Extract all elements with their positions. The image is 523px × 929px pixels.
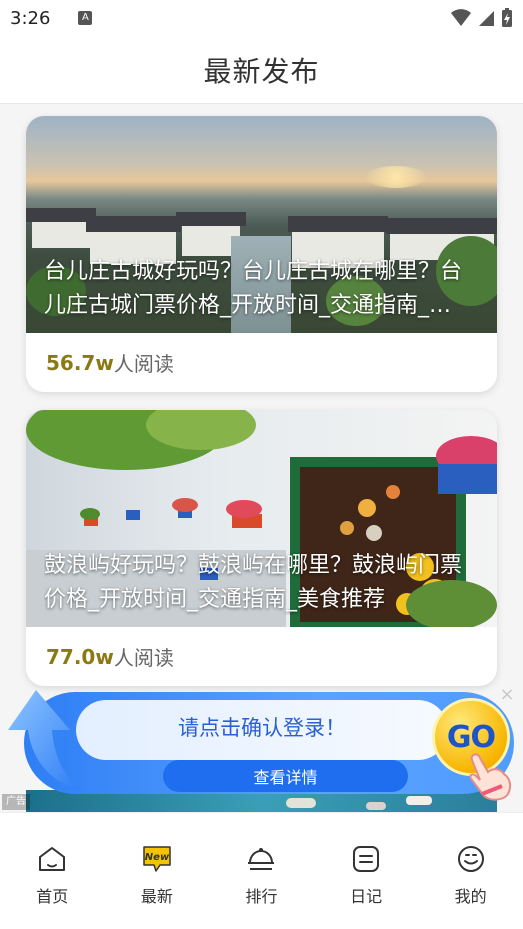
ad-tag: 广告 (2, 794, 30, 810)
status-time: 3:26 (10, 7, 51, 29)
app-root: 3:26 A 最新发布 台儿庄古城好玩吗？台儿庄古城在哪里？台儿庄古城门票价格_… (0, 0, 523, 929)
article-title: 鼓浪屿好玩吗？鼓浪屿在哪里？鼓浪屿门票价格_开放时间_交通指南_美食推荐 (44, 553, 463, 612)
pointing-hand-icon (469, 753, 512, 801)
read-count-suffix: 人阅读 (113, 352, 174, 376)
nav-label: 排行 (245, 887, 278, 906)
read-count-value: 56.7w (46, 350, 114, 375)
page-header: 最新发布 (0, 36, 523, 104)
read-count-suffix: 人阅读 (113, 646, 174, 670)
bottom-nav: 首页 New 最新 排行 日记 我的 (0, 812, 523, 929)
new-badge-icon: New (140, 843, 174, 875)
arrow-icon (8, 690, 80, 790)
nav-item-ranking[interactable]: 排行 (209, 813, 314, 929)
nav-label: 最新 (140, 887, 173, 906)
close-icon[interactable]: × (498, 686, 516, 704)
nav-label: 首页 (36, 887, 69, 906)
ad-message: 请点击确认登录！ (178, 716, 346, 740)
home-icon (35, 843, 69, 875)
notification-icon: A (78, 11, 93, 25)
nav-item-diary[interactable]: 日记 (314, 813, 419, 929)
article-image: 台儿庄古城好玩吗？台儿庄古城在哪里？台儿庄古城门票价格_开放时间_交通指南_美食… (26, 116, 497, 333)
battery-icon (502, 8, 512, 27)
diary-icon (349, 843, 383, 875)
wifi-icon (451, 9, 471, 26)
read-count-value: 77.0w (46, 644, 114, 669)
nav-item-profile[interactable]: 我的 (418, 813, 523, 929)
new-badge-text: New (145, 852, 170, 863)
signal-icon (479, 11, 494, 26)
profile-icon (454, 843, 488, 875)
nav-label: 日记 (350, 887, 383, 906)
article-card[interactable]: 鼓浪屿好玩吗？鼓浪屿在哪里？鼓浪屿门票价格_开放时间_交通指南_美食推荐 77.… (26, 410, 497, 686)
login-ad-banner[interactable]: 请点击确认登录！ 查看详情 GO × 广告 (0, 686, 523, 810)
nav-label: 我的 (454, 887, 487, 906)
article-image: 鼓浪屿好玩吗？鼓浪屿在哪里？鼓浪屿门票价格_开放时间_交通指南_美食推荐 (26, 410, 497, 627)
view-details-button[interactable]: 查看详情 (163, 760, 408, 792)
status-bar: 3:26 A (0, 0, 523, 36)
page-title: 最新发布 (203, 54, 320, 88)
article-title: 台儿庄古城好玩吗？台儿庄古城在哪里？台儿庄古城门票价格_开放时间_交通指南_美食… (44, 259, 463, 318)
nav-item-home[interactable]: 首页 (0, 813, 105, 929)
article-card[interactable]: 台儿庄古城好玩吗？台儿庄古城在哪里？台儿庄古城门票价格_开放时间_交通指南_美食… (26, 116, 497, 392)
ranking-icon (244, 843, 278, 875)
status-icons (451, 8, 513, 28)
nav-item-latest[interactable]: New 最新 (105, 813, 210, 929)
read-count: 77.0w 人阅读 (26, 627, 497, 686)
read-count: 56.7w 人阅读 (26, 333, 497, 392)
